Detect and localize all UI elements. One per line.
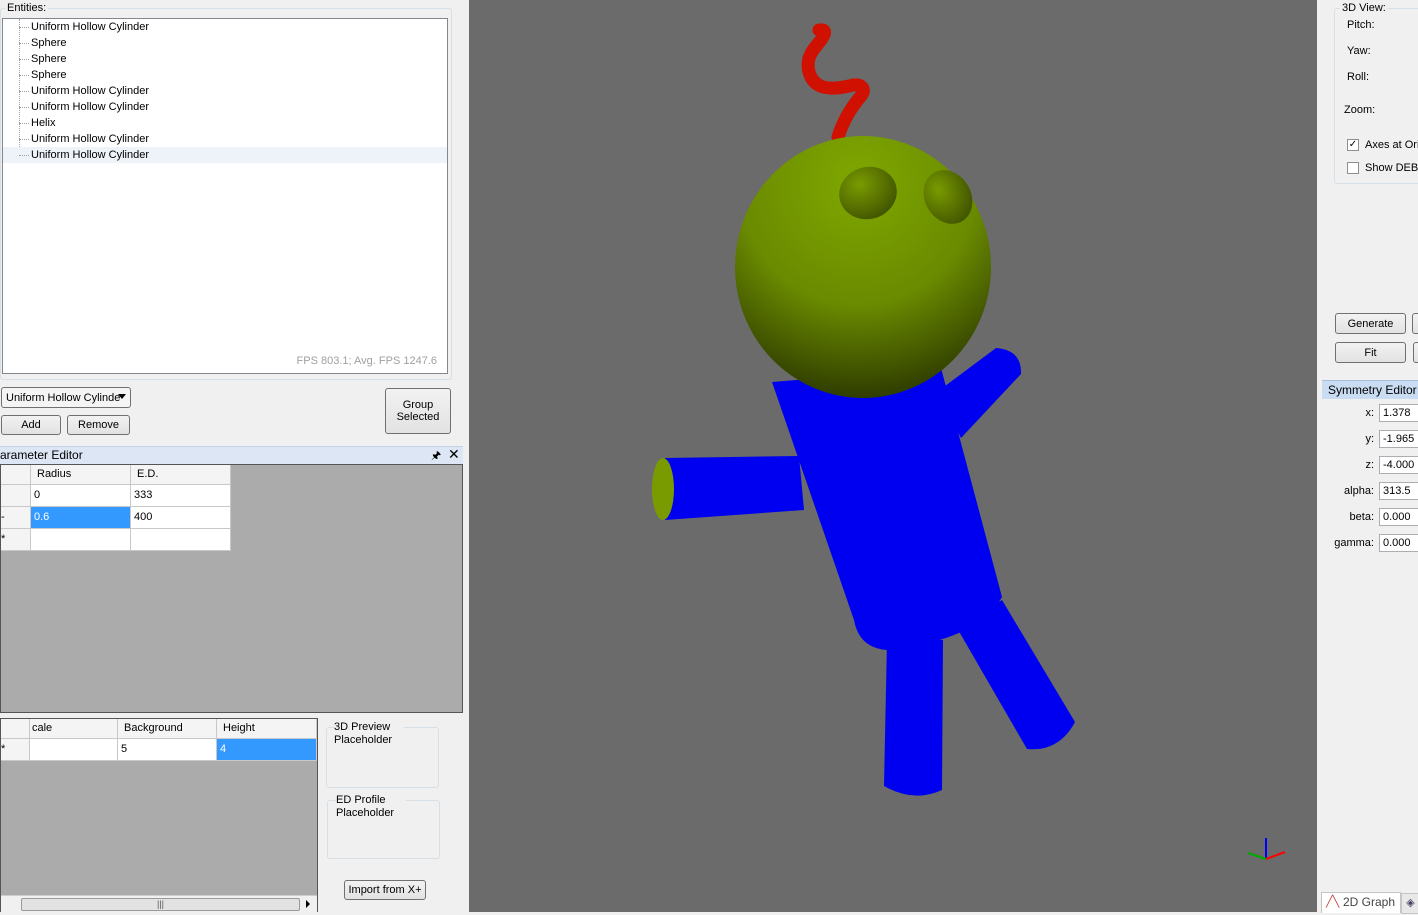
tree-branch	[19, 75, 29, 76]
generate-button[interactable]: Generate	[1335, 313, 1406, 334]
extra-button-top[interactable]	[1412, 313, 1418, 334]
cell-ed[interactable]	[131, 529, 231, 551]
tree-item[interactable]: Sphere	[31, 35, 66, 51]
grid-corner	[1, 465, 31, 485]
grid-corner	[1, 719, 30, 739]
scroll-right-arrow-icon[interactable]	[306, 900, 310, 908]
y-label: y:	[1365, 433, 1374, 445]
left-arm	[665, 456, 804, 520]
fit-button[interactable]: Fit	[1335, 342, 1406, 363]
tab-extra-icon[interactable]: ◈	[1401, 893, 1418, 914]
remove-button[interactable]: Remove	[67, 415, 130, 435]
tree-branch	[19, 107, 29, 108]
helix-shape	[801, 23, 870, 144]
axes-at-origin-checkbox[interactable]: ✓	[1347, 139, 1359, 151]
tree-item[interactable]: Sphere	[31, 51, 66, 67]
cell-background[interactable]: 5	[118, 739, 217, 761]
z-label: z:	[1365, 459, 1374, 471]
fps-counter: FPS 803.1; Avg. FPS 1247.6	[296, 355, 437, 367]
import-from-x-button[interactable]: Import from X+	[344, 880, 426, 900]
add-button[interactable]: Add	[1, 415, 61, 435]
tree-item-selected[interactable]: Uniform Hollow Cylinder	[3, 147, 447, 163]
tree-branch	[19, 139, 29, 140]
tree-item[interactable]: Uniform Hollow Cylinder	[31, 19, 149, 35]
column-header-height[interactable]: Height	[217, 719, 317, 739]
pitch-label: Pitch:	[1347, 19, 1375, 31]
lower-grid: cale Background Height * 5 4 |||	[0, 718, 318, 912]
symmetry-editor-title: Symmetry Editor	[1328, 383, 1417, 397]
row-header[interactable]: -	[1, 507, 31, 529]
z-field[interactable]: -4.000	[1379, 456, 1418, 474]
new-row-header[interactable]: *	[1, 739, 30, 761]
parameter-grid: Radius E.D. 0 333 - 0.6 400 *	[0, 464, 463, 713]
tree-item[interactable]: Uniform Hollow Cylinder	[31, 131, 149, 147]
parameter-editor-header: arameter Editor 🖈 ✕	[0, 446, 463, 464]
column-header-scale[interactable]: cale	[30, 719, 118, 739]
left-arm-end	[652, 458, 674, 520]
cell-ed[interactable]: 333	[131, 485, 231, 507]
column-header-radius[interactable]: Radius	[31, 465, 131, 485]
cell-ed[interactable]: 400	[131, 507, 231, 529]
tree-branch	[19, 155, 29, 156]
tree-branch	[19, 123, 29, 124]
tree-branch	[19, 27, 29, 28]
tree-item[interactable]: Helix	[31, 115, 55, 131]
gamma-label: gamma:	[1334, 537, 1374, 549]
cell-scale[interactable]	[30, 739, 118, 761]
yaw-label: Yaw:	[1347, 45, 1371, 57]
cell-radius-selected[interactable]: 0.6	[31, 507, 131, 529]
tree-item[interactable]: Uniform Hollow Cylinder	[31, 99, 149, 115]
tree-item[interactable]: Uniform Hollow Cylinder	[31, 83, 149, 99]
ed-profile-label: ED Profile Placeholder	[336, 794, 406, 820]
entities-tree[interactable]: Uniform Hollow Cylinder Sphere Sphere Sp…	[2, 18, 448, 374]
scene-render	[652, 23, 1286, 860]
group-selected-button[interactable]: Group Selected	[385, 388, 451, 434]
3d-viewport[interactable]	[469, 0, 1317, 912]
extra-button-bottom[interactable]	[1413, 342, 1418, 363]
cell-radius[interactable]: 0	[31, 485, 131, 507]
symmetry-editor-header: Symmetry Editor	[1322, 380, 1418, 399]
column-header-background[interactable]: Background	[118, 719, 217, 739]
scrollbar-thumb[interactable]: |||	[21, 898, 300, 911]
parameter-editor-title: arameter Editor	[0, 448, 83, 462]
tree-item[interactable]: Sphere	[31, 67, 66, 83]
y-field[interactable]: -1.965	[1379, 430, 1418, 448]
x-field[interactable]: 1.378	[1379, 404, 1418, 422]
chevron-down-icon	[118, 394, 126, 399]
tab-2d-graph-label: 2D Graph	[1343, 895, 1396, 909]
3d-view-groupbox	[1334, 8, 1418, 184]
preview-3d-label: 3D Preview Placeholder	[334, 721, 404, 747]
alpha-field[interactable]: 313.5	[1379, 482, 1418, 500]
x-label: x:	[1365, 407, 1374, 419]
cell-height-selected[interactable]: 4	[217, 739, 317, 761]
roll-label: Roll:	[1347, 71, 1370, 83]
tree-guide-line	[19, 19, 20, 155]
column-header-ed[interactable]: E.D.	[131, 465, 231, 485]
close-icon[interactable]: ✕	[448, 446, 460, 463]
left-leg	[884, 640, 943, 796]
axes-at-origin-label: Axes at Ori	[1365, 139, 1418, 151]
beta-field[interactable]: 0.000	[1379, 508, 1418, 526]
entity-type-dropdown[interactable]: Uniform Hollow Cylinde	[1, 387, 131, 408]
show-debug-label: Show DEB	[1365, 162, 1418, 174]
horizontal-scrollbar[interactable]: |||	[1, 895, 317, 912]
row-header[interactable]	[1, 485, 31, 507]
beta-label: beta:	[1349, 511, 1374, 523]
tab-2d-graph[interactable]: ╱╲ 2D Graph	[1321, 892, 1401, 913]
entity-type-value: Uniform Hollow Cylinde	[6, 391, 121, 404]
entities-label: Entities:	[5, 2, 49, 14]
new-row-header[interactable]: *	[1, 529, 31, 551]
graph-icon: ╱╲	[1326, 896, 1340, 908]
alpha-label: alpha:	[1344, 485, 1374, 497]
zoom-label: Zoom:	[1344, 104, 1376, 116]
cell-radius[interactable]	[31, 529, 131, 551]
tree-branch	[19, 59, 29, 60]
gamma-field[interactable]: 0.000	[1379, 534, 1418, 552]
axes-gizmo	[1247, 838, 1286, 860]
show-debug-checkbox[interactable]	[1347, 162, 1359, 174]
tree-branch	[19, 91, 29, 92]
3d-view-title: 3D View:	[1340, 2, 1388, 14]
tree-branch	[19, 43, 29, 44]
